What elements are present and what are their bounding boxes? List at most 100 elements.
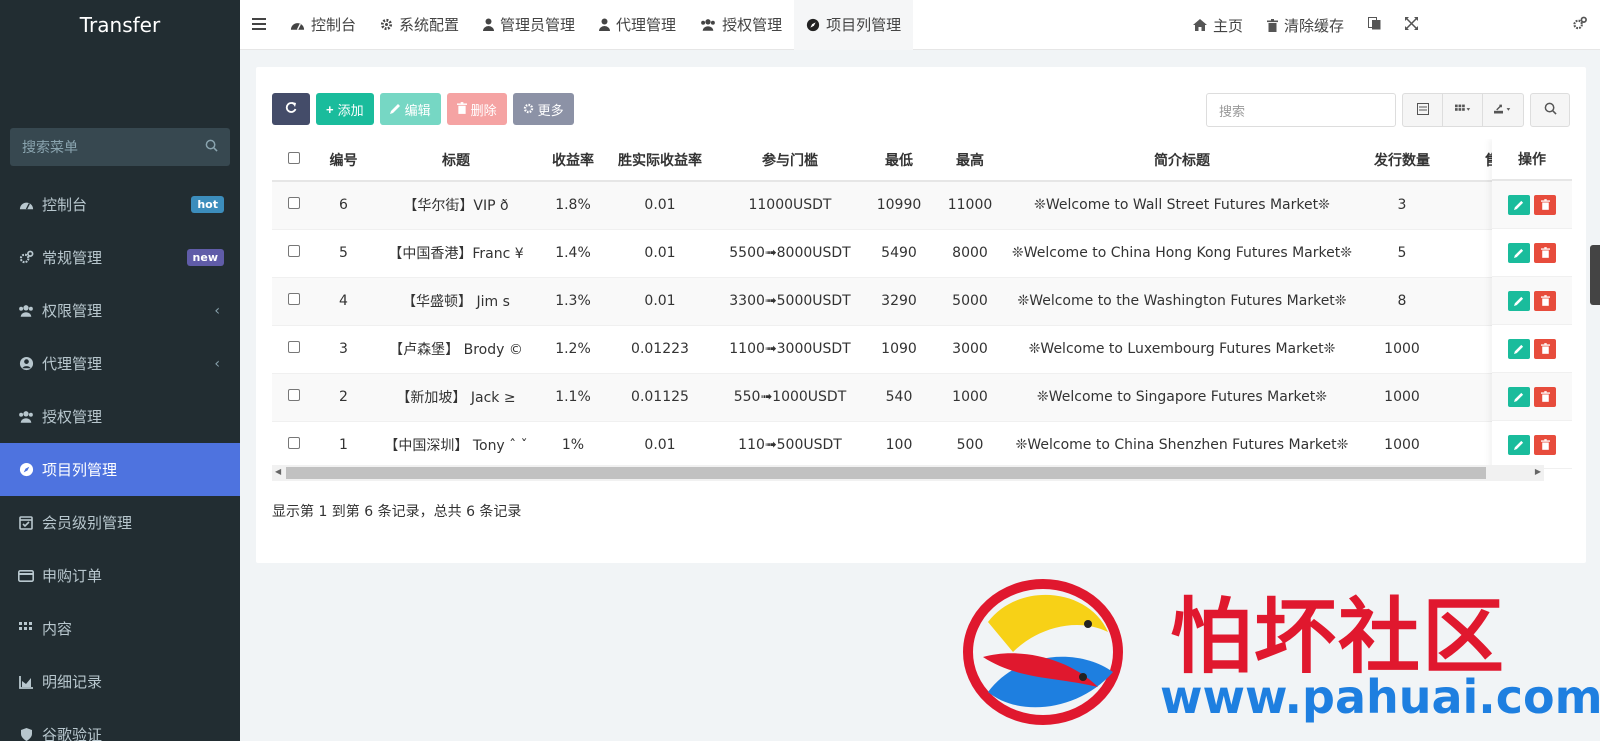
row-select-cell[interactable] <box>272 421 316 470</box>
row-delete-button[interactable] <box>1534 386 1556 407</box>
column-header[interactable]: 简介标题 <box>1007 139 1357 182</box>
row-select-cell[interactable] <box>272 229 316 278</box>
sidebar-item-authorization[interactable]: 授权管理 <box>0 390 240 443</box>
row-checkbox[interactable] <box>288 437 300 449</box>
refresh-button[interactable] <box>272 93 310 125</box>
row-edit-button[interactable] <box>1508 242 1530 263</box>
pencil-icon <box>1514 200 1524 210</box>
export-dropdown[interactable] <box>1483 94 1523 126</box>
brand-logo[interactable]: Transfer <box>0 0 240 50</box>
tab-system-config[interactable]: 系统配置 <box>368 0 471 50</box>
tab-label: 项目列管理 <box>826 16 902 34</box>
table-cell: 0.01 <box>605 277 715 326</box>
column-header[interactable]: 最低 <box>865 139 933 182</box>
table-row[interactable]: 4 【华盛顿】 Jim s 1.3% 0.01 3300➟5000USDT 3290 500… <box>272 277 1572 326</box>
scrollbar-thumb[interactable] <box>286 467 1486 479</box>
delete-label: 删除 <box>470 102 497 118</box>
table-search-input[interactable]: 搜索 <box>1206 93 1396 127</box>
row-checkbox[interactable] <box>288 389 300 401</box>
watermark-url: www.pahuai.com <box>1160 670 1600 724</box>
horizontal-scrollbar[interactable]: ◀ ▶ <box>272 465 1544 481</box>
sidebar-item-orders[interactable]: 申购订单 <box>0 549 240 602</box>
table-row[interactable]: 3 【卢森堡】 Brody © 1.2% 0.01223 1100➟3000USDT 10… <box>272 325 1572 374</box>
row-select-cell[interactable] <box>272 277 316 326</box>
column-header[interactable]: 标题 <box>371 139 541 182</box>
table-row[interactable]: 5 【中国香港】Franc ¥1.4% 0.01 5500➟8000USDT 5490 8… <box>272 229 1572 278</box>
table-cell: 1000 <box>1357 421 1447 470</box>
fish-logo <box>963 579 1123 725</box>
scroll-left-arrow[interactable]: ◀ <box>275 467 281 476</box>
sidebar-item-content[interactable]: 内容 <box>0 602 240 655</box>
home-link[interactable]: 主页 <box>1181 0 1255 50</box>
table-row[interactable]: 2 【新加坡】 Jack ≥1.1% 0.01125 550➟1000USDT 540 1… <box>272 373 1572 422</box>
row-edit-button[interactable] <box>1508 386 1530 407</box>
select-all-cell[interactable] <box>272 139 316 182</box>
row-checkbox[interactable] <box>288 293 300 305</box>
cogs-icon <box>18 250 34 266</box>
edit-button[interactable]: 编辑 <box>379 93 441 125</box>
language-button[interactable] <box>1356 0 1393 50</box>
column-header[interactable]: 最高 <box>933 139 1007 182</box>
column-header[interactable]: 胜实际收益率 <box>605 139 715 182</box>
table-row[interactable]: 6 【华尔街】VIP ð 1.8% 0.01 11000USDT 10990 11000 ❊W… <box>272 181 1572 230</box>
row-edit-button[interactable] <box>1508 338 1530 359</box>
projects-table: 编号 标题 收益率 胜实际收益率 参与门槛 最低 最高 简介标题 发行数量 售出… <box>272 139 1572 470</box>
row-actions <box>1492 181 1572 229</box>
clear-cache-label: 清除缓存 <box>1283 16 1344 35</box>
tab-projects[interactable]: 项目列管理 <box>794 0 914 50</box>
sidebar-item-records[interactable]: 明细记录 <box>0 655 240 708</box>
row-delete-button[interactable] <box>1534 338 1556 359</box>
clear-cache-button[interactable]: 清除缓存 <box>1255 0 1356 50</box>
row-checkbox[interactable] <box>288 197 300 210</box>
trash-icon <box>1540 343 1550 354</box>
row-select-cell[interactable] <box>272 181 316 230</box>
advanced-search-button[interactable] <box>1530 93 1570 127</box>
fullscreen-button[interactable] <box>1393 0 1430 50</box>
pencil-icon <box>1514 296 1524 306</box>
add-button[interactable]: + 添加 <box>316 93 374 125</box>
toggle-view-button[interactable] <box>1403 94 1443 126</box>
row-edit-button[interactable] <box>1508 434 1530 455</box>
row-edit-button[interactable] <box>1508 290 1530 311</box>
side-drawer-handle[interactable] <box>1590 245 1600 305</box>
row-delete-button[interactable] <box>1534 290 1556 311</box>
row-delete-button[interactable] <box>1534 194 1556 215</box>
select-all-checkbox[interactable] <box>288 151 300 164</box>
settings-button[interactable] <box>1560 0 1600 50</box>
menu-toggle-button[interactable] <box>240 0 278 50</box>
tab-agent-management[interactable]: 代理管理 <box>587 0 688 50</box>
row-delete-button[interactable] <box>1534 242 1556 263</box>
tab-label: 系统配置 <box>399 16 460 34</box>
column-header[interactable]: 收益率 <box>541 139 605 182</box>
row-checkbox[interactable] <box>288 341 300 353</box>
topbar-right: 主页 清除缓存 <box>1181 0 1600 50</box>
tab-admin-management[interactable]: 管理员管理 <box>471 0 587 50</box>
sidebar-search-placeholder: 搜索菜单 <box>22 140 78 156</box>
row-select-cell[interactable] <box>272 373 316 422</box>
expand-icon <box>1405 16 1418 34</box>
table-row[interactable]: 1 【中国深圳】 Tony ˆ ˇ 1% 0.01 110➟500USDT 100 500 ❊… <box>272 421 1572 470</box>
tab-authorization[interactable]: 授权管理 <box>688 0 794 50</box>
row-edit-button[interactable] <box>1508 194 1530 215</box>
column-header[interactable]: 编号 <box>316 139 371 182</box>
sidebar-item-projects[interactable]: 项目列管理 <box>0 443 240 496</box>
tab-dashboard[interactable]: 控制台 <box>278 0 368 50</box>
table-cell: ❊Welcome to China Shenzhen Futures Marke… <box>1007 421 1357 470</box>
column-header[interactable]: 发行数量 <box>1357 139 1447 182</box>
sidebar-item-member-levels[interactable]: 会员级别管理 <box>0 496 240 549</box>
sidebar-item-permissions[interactable]: 权限管理 ‹ <box>0 284 240 337</box>
column-header[interactable]: 参与门槛 <box>715 139 865 182</box>
delete-button[interactable]: 删除 <box>446 93 507 125</box>
row-select-cell[interactable] <box>272 325 316 374</box>
sidebar-item-general[interactable]: 常规管理 new <box>0 231 240 284</box>
sidebar-search-input[interactable]: 搜索菜单 <box>10 128 230 166</box>
columns-dropdown[interactable] <box>1443 94 1483 126</box>
row-checkbox[interactable] <box>288 245 300 257</box>
search-icon[interactable] <box>205 139 218 156</box>
row-delete-button[interactable] <box>1534 434 1556 455</box>
sidebar-item-dashboard[interactable]: 控制台 hot <box>0 178 240 231</box>
sidebar-item-google-auth[interactable]: 谷歌验证 <box>0 708 240 741</box>
sidebar-item-agents[interactable]: 代理管理 ‹ <box>0 337 240 390</box>
more-button[interactable]: 更多 <box>512 93 574 125</box>
scroll-right-arrow[interactable]: ▶ <box>1535 467 1541 476</box>
